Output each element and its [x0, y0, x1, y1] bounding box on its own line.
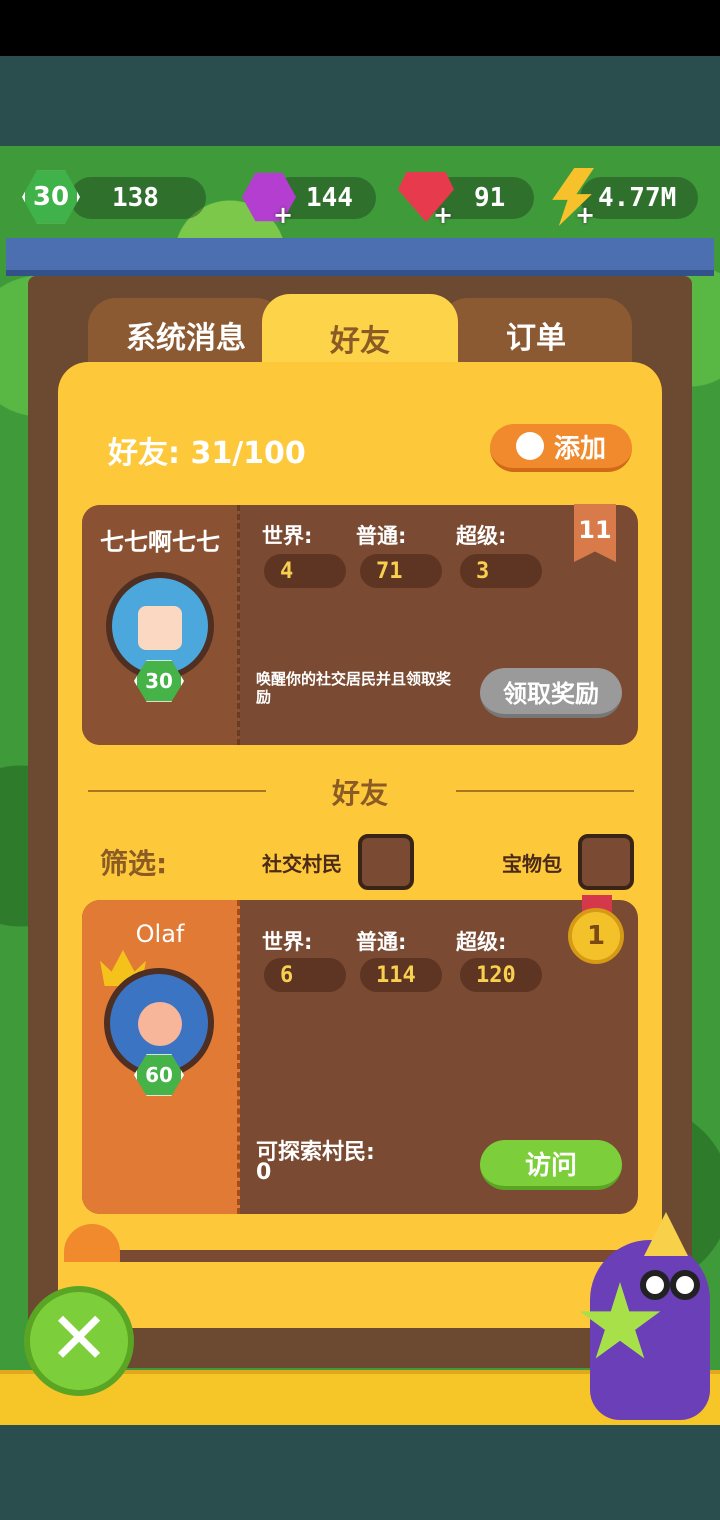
divider-left	[88, 790, 266, 792]
tab-label: 系统消息	[126, 321, 246, 356]
add-friend-icon	[515, 432, 544, 460]
next-friend-card	[82, 1250, 638, 1262]
filter-label: 筛选:	[100, 847, 168, 880]
background-top	[0, 56, 720, 151]
energy-value: 4.77M	[598, 183, 677, 213]
friend-stat-super-value: 120	[460, 958, 542, 992]
filter-treasure-label: 宝物包	[502, 852, 562, 876]
xp-value: 138	[112, 183, 159, 213]
rubies-value: 91	[474, 183, 506, 213]
tab-system-messages[interactable]: 系统消息	[88, 298, 284, 372]
stat-world-label: 世界:	[262, 524, 313, 548]
close-button[interactable]: ✕	[24, 1286, 134, 1396]
divider-right	[456, 790, 634, 792]
filter-social-checkbox[interactable]	[358, 834, 414, 890]
friend-stat-normal-value: 114	[360, 958, 442, 992]
board-top-beam	[6, 238, 714, 276]
close-icon: ✕	[48, 1296, 110, 1380]
claim-hint: 唤醒你的社交居民并且领取奖励	[256, 670, 452, 706]
filter-social-label: 社交村民	[262, 852, 342, 876]
explore-label: 可探索村民:	[256, 1140, 375, 1165]
tab-label: 订单	[506, 321, 566, 356]
add-gems-icon[interactable]: +	[272, 203, 294, 227]
explore-value: 0	[256, 1160, 272, 1185]
friend-stat-world-label: 世界:	[262, 930, 313, 954]
level-value: 30	[32, 182, 70, 212]
mascot-eye	[670, 1270, 700, 1300]
add-rubies-icon[interactable]: +	[432, 203, 454, 227]
claim-reward-label: 领取奖励	[503, 679, 599, 708]
stat-world-value: 4	[264, 554, 346, 588]
section-title: 好友	[331, 777, 388, 810]
xp-pill[interactable]: 138	[70, 177, 206, 219]
stat-normal-label: 普通:	[356, 524, 407, 548]
energy-pill[interactable]: 4.77M	[580, 177, 698, 219]
background-bottom	[0, 1425, 720, 1520]
visit-button[interactable]: 访问	[480, 1140, 622, 1190]
own-name: 七七啊七七	[100, 528, 220, 556]
friend-level-value: 60	[145, 1063, 173, 1087]
friend-stat-world-value: 6	[264, 958, 346, 992]
visit-label: 访问	[524, 1150, 577, 1181]
status-bar	[0, 0, 720, 56]
gems-value: 144	[306, 183, 353, 213]
medal-value: 1	[586, 921, 606, 951]
friends-count: 好友: 31/100	[108, 436, 306, 471]
rank-value: 11	[578, 516, 612, 544]
friend-stat-super-label: 超级:	[456, 930, 507, 954]
friend-stat-normal-label: 普通:	[356, 930, 407, 954]
filter-treasure-checkbox[interactable]	[578, 834, 634, 890]
mascot-eye	[640, 1270, 670, 1300]
add-friend-button[interactable]: 添加	[490, 424, 632, 472]
add-friend-label: 添加	[553, 433, 606, 464]
stat-super-label: 超级:	[456, 524, 507, 548]
tab-orders[interactable]: 订单	[440, 298, 632, 372]
avatar-face	[138, 1002, 182, 1046]
gold-medal-icon: 1	[568, 908, 624, 964]
stat-super-value: 3	[460, 554, 542, 588]
stat-normal-value: 71	[360, 554, 442, 588]
friend-name: Olaf	[135, 920, 185, 948]
panel-bottom-fill	[60, 1262, 660, 1326]
claim-reward-button[interactable]: 领取奖励	[480, 668, 622, 718]
own-level-value: 30	[145, 669, 173, 693]
tab-label: 好友	[330, 324, 390, 359]
avatar-face	[138, 606, 182, 650]
add-energy-icon[interactable]: +	[574, 203, 596, 227]
